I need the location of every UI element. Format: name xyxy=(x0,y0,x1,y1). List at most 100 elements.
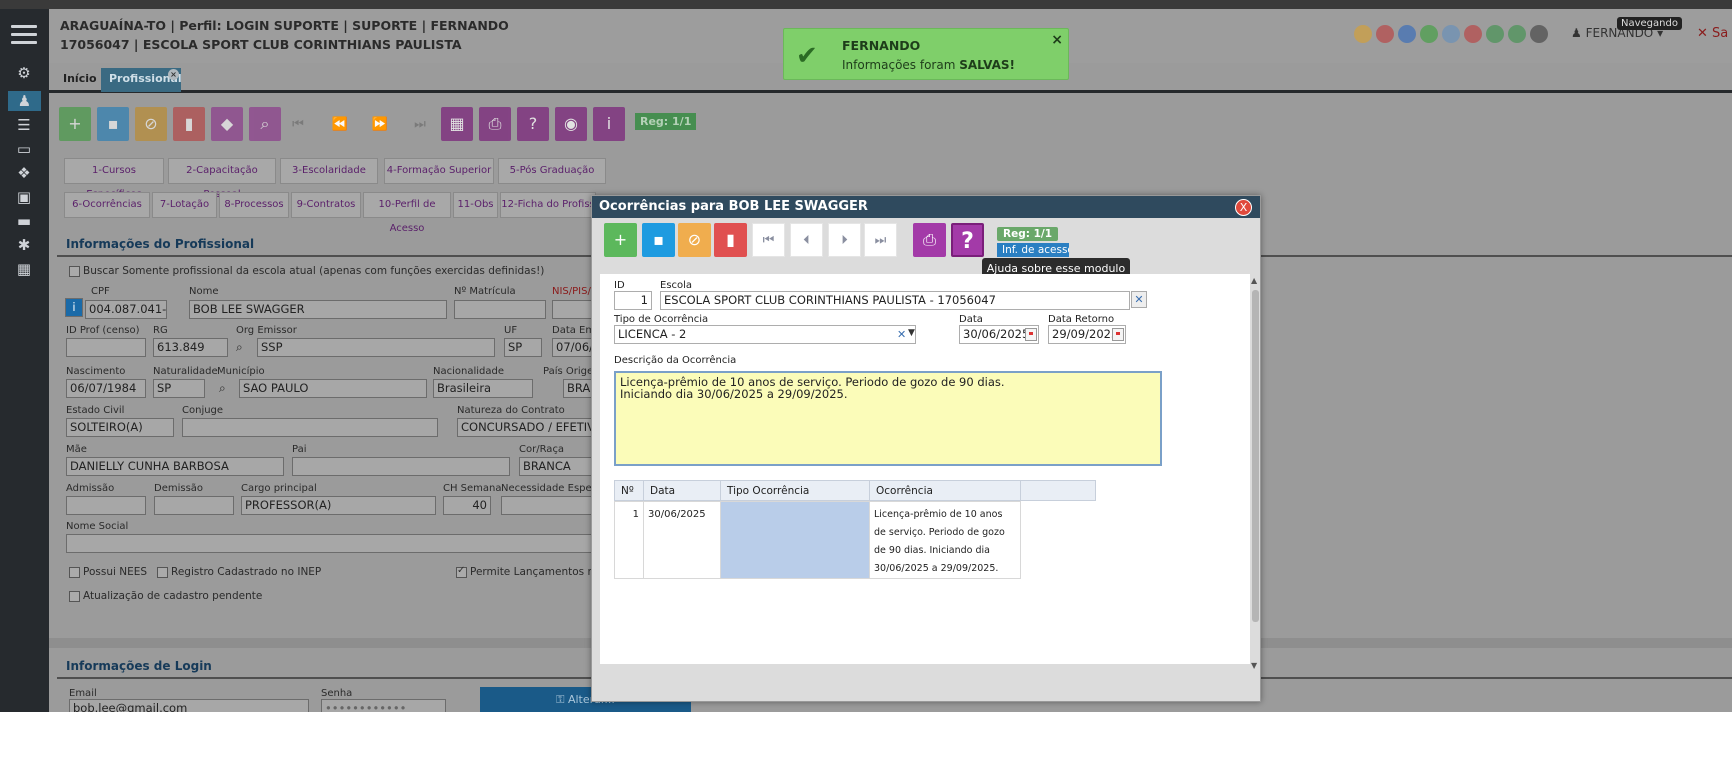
modal-cancel-button[interactable]: ⊘ xyxy=(678,223,711,257)
modal-scrollbar[interactable]: ▲ ▼ xyxy=(1250,276,1260,670)
grid-cell-ocorrencia[interactable]: Licença-prêmio de 10 anos de serviço. Pe… xyxy=(869,501,1021,579)
chart-icon[interactable] xyxy=(1398,25,1416,43)
whatsapp-icon[interactable] xyxy=(1530,25,1548,43)
close-circle-icon[interactable] xyxy=(1464,25,1482,43)
grid-cell-tipo[interactable] xyxy=(720,501,870,579)
dropbox-icon[interactable]: ❖ xyxy=(14,165,34,181)
search-icon[interactable]: ⌕ xyxy=(236,340,243,355)
data-emis-field[interactable]: 07/06/ xyxy=(552,338,594,357)
monitor-icon[interactable]: ▬ xyxy=(14,213,34,229)
modal-save-button[interactable]: ▪ xyxy=(642,223,675,257)
email-field[interactable]: bob.lee@gmail.com xyxy=(69,699,309,712)
escola-field[interactable]: ESCOLA SPORT CLUB CORINTHIANS PAULISTA -… xyxy=(660,291,1130,310)
social-field[interactable] xyxy=(66,534,594,553)
subtab-6[interactable]: 6-Ocorrências xyxy=(64,192,150,218)
desc-textarea[interactable]: Licença-prêmio de 10 anos de serviço. Pe… xyxy=(614,371,1162,466)
scroll-thumb[interactable] xyxy=(1252,290,1259,622)
calendar-icon[interactable] xyxy=(1112,328,1124,341)
subtab-9[interactable]: 9-Contratos xyxy=(291,192,361,218)
gears-icon[interactable]: ⚙ xyxy=(14,65,34,81)
pai-field[interactable] xyxy=(292,457,510,476)
modal-close-button[interactable]: X xyxy=(1235,199,1252,216)
nome-field[interactable]: BOB LEE SWAGGER xyxy=(189,300,447,319)
subtab-2[interactable]: 2-Capacitação Pessoal xyxy=(168,158,276,200)
tipo-select[interactable]: LICENCA - 2 xyxy=(614,325,916,344)
first-button[interactable]: ⏮ xyxy=(287,114,309,136)
mae-field[interactable]: DANIELLY CUNHA BARBOSA xyxy=(66,457,284,476)
conj-field[interactable] xyxy=(182,418,438,437)
erase-button[interactable]: ◆ xyxy=(211,107,243,141)
print-icon[interactable] xyxy=(1486,25,1504,43)
tab-inicio[interactable]: Início xyxy=(55,68,105,92)
grid-button[interactable]: ▦ xyxy=(441,107,473,141)
subtab-8[interactable]: 8-Processos xyxy=(219,192,289,218)
nis-field[interactable] xyxy=(552,300,594,319)
pend-checkbox[interactable] xyxy=(69,591,80,602)
folder-icon[interactable] xyxy=(1354,25,1372,43)
chevron-down-icon[interactable]: ▼ xyxy=(908,328,915,338)
rg-field[interactable]: 613.849 xyxy=(153,338,228,357)
subtab-11[interactable]: 11-Obs xyxy=(453,192,498,218)
nec-field[interactable] xyxy=(501,496,594,515)
natureza-select[interactable]: CONCURSADO / EFETIVO xyxy=(457,418,594,437)
subtab-7[interactable]: 7-Lotação xyxy=(152,192,217,218)
subtab-3[interactable]: 3-Escolaridade xyxy=(280,158,378,184)
cpf-field[interactable]: 004.087.041-66 xyxy=(85,300,167,319)
subtab-4[interactable]: 4-Formação Superior xyxy=(384,158,494,184)
only-school-checkbox[interactable] xyxy=(69,266,80,277)
info-button[interactable]: i xyxy=(593,107,625,141)
civil-select[interactable]: SOLTEIRO(A) xyxy=(66,418,174,437)
natur-select[interactable]: SP xyxy=(153,379,205,398)
modal-first-button[interactable]: ⏮ xyxy=(752,223,785,257)
calculator-icon[interactable] xyxy=(1508,25,1526,43)
id-field[interactable]: 1 xyxy=(614,291,652,310)
save-button[interactable]: ▪ xyxy=(97,107,129,141)
munic-field[interactable]: SAO PAULO xyxy=(239,379,427,398)
next-button[interactable]: ⏩ xyxy=(369,114,391,136)
list-icon[interactable]: ☰ xyxy=(14,117,34,133)
subtab-1[interactable]: 1-Cursos Específicos xyxy=(64,158,164,200)
person-icon[interactable]: ♟ xyxy=(8,91,41,111)
calendar-icon[interactable] xyxy=(1025,328,1037,341)
modal-print-button[interactable]: ⎙ xyxy=(913,223,946,257)
cargo-field[interactable]: PROFESSOR(A) xyxy=(241,496,436,515)
settings-icon[interactable]: ✱ xyxy=(14,237,34,253)
grid-header-tipo[interactable]: Tipo Ocorrência xyxy=(720,480,870,501)
toast-close-icon[interactable]: × xyxy=(1051,32,1063,48)
tab-close-icon[interactable]: × xyxy=(168,69,179,80)
subtab-12[interactable]: 12-Ficha do Profiss xyxy=(500,192,596,218)
exit-button[interactable]: ✕ Sa xyxy=(1697,26,1728,41)
users-icon[interactable] xyxy=(1376,25,1394,43)
view-button[interactable]: ◉ xyxy=(555,107,587,141)
search-button[interactable]: ⌕ xyxy=(249,107,281,141)
expand-icon[interactable] xyxy=(1442,25,1460,43)
modal-prev-button[interactable]: ⏴ xyxy=(790,223,823,257)
cor-select[interactable]: BRANCA xyxy=(519,457,594,476)
grid-header-n[interactable]: Nº xyxy=(614,480,644,501)
grid-header-ocorrencia[interactable]: Ocorrência xyxy=(869,480,1021,501)
uf-select[interactable]: SP xyxy=(504,338,542,357)
modal-add-button[interactable]: + xyxy=(604,223,637,257)
lanc-checkbox[interactable] xyxy=(456,565,467,578)
clear-tipo-icon[interactable]: ✕ xyxy=(897,328,906,341)
subtab-10[interactable]: 10-Perfil de Acesso xyxy=(363,192,451,234)
grid-cell-data[interactable]: 30/06/2025 xyxy=(643,501,721,579)
ch-field[interactable]: 40 xyxy=(443,496,491,515)
modal-next-button[interactable]: ⏵ xyxy=(828,223,861,257)
print-button[interactable]: ⎙ xyxy=(479,107,511,141)
modal-help-button[interactable]: ? xyxy=(951,223,984,257)
chat-icon[interactable] xyxy=(1420,25,1438,43)
card-icon[interactable]: ▭ xyxy=(14,141,34,157)
scroll-up-icon[interactable]: ▲ xyxy=(1251,276,1257,285)
menu-icon[interactable] xyxy=(11,25,37,49)
adm-field[interactable] xyxy=(66,496,146,515)
grid-cell-n[interactable]: 1 xyxy=(614,501,644,579)
idprof-field[interactable] xyxy=(66,338,146,357)
grid-header-data[interactable]: Data xyxy=(643,480,721,501)
clear-escola-icon[interactable]: ✕ xyxy=(1131,291,1147,308)
modal-delete-button[interactable]: ▮ xyxy=(714,223,747,257)
access-info[interactable]: Inf. de acesso xyxy=(997,243,1069,257)
cancel-button[interactable]: ⊘ xyxy=(135,107,167,141)
dem-field[interactable] xyxy=(154,496,234,515)
add-button[interactable]: + xyxy=(59,107,91,141)
